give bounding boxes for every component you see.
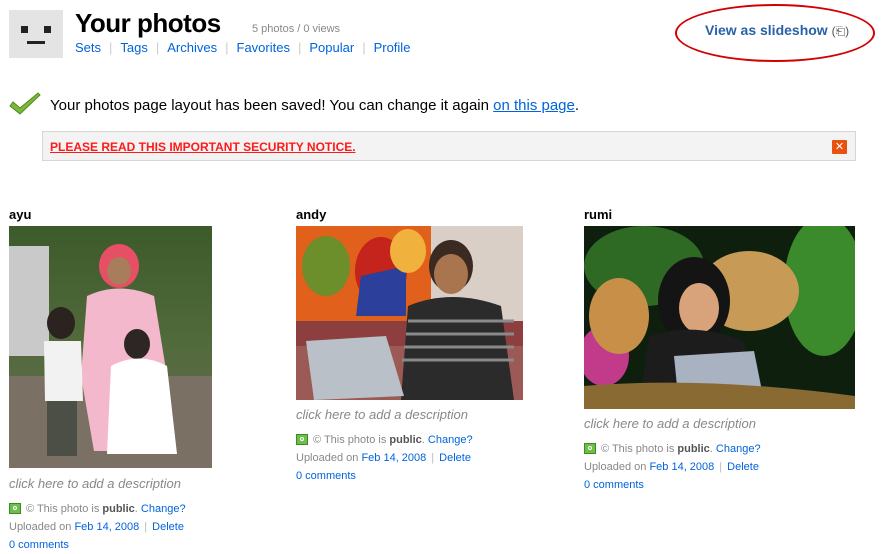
public-icon bbox=[584, 443, 596, 454]
privacy-line: © This photo is public. Change? bbox=[584, 440, 761, 458]
buddy-eye-right bbox=[44, 26, 51, 33]
photo-description[interactable]: click here to add a description bbox=[584, 416, 756, 431]
uploaded-prefix: Uploaded on bbox=[584, 461, 650, 473]
photo-title[interactable]: ayu bbox=[9, 207, 31, 222]
photo-description[interactable]: click here to add a description bbox=[296, 407, 468, 422]
public-icon bbox=[9, 503, 21, 514]
security-notice-bar: PLEASE READ THIS IMPORTANT SECURITY NOTI… bbox=[42, 131, 856, 161]
delete-link[interactable]: Delete bbox=[439, 452, 471, 464]
photo-meta: © This photo is public. Change? Uploaded… bbox=[584, 440, 761, 494]
subnav-sets[interactable]: Sets bbox=[75, 40, 101, 55]
nav-divider: | bbox=[155, 40, 160, 55]
page-title: Your photos bbox=[75, 8, 221, 38]
meta-divider: | bbox=[719, 461, 723, 473]
buddy-mouth bbox=[27, 41, 45, 44]
meta-divider: | bbox=[144, 521, 148, 533]
privacy-prefix: © This photo is bbox=[601, 443, 678, 455]
photo-stats: 5 photos / 0 views bbox=[252, 23, 341, 35]
subnav-popular[interactable]: Popular bbox=[309, 40, 354, 55]
comments-link[interactable]: 0 comments bbox=[584, 479, 644, 491]
photo-title[interactable]: andy bbox=[296, 207, 326, 222]
nav-divider: | bbox=[109, 40, 113, 55]
nav-divider: | bbox=[362, 40, 366, 55]
privacy-word: public bbox=[102, 503, 135, 515]
privacy-prefix: © This photo is bbox=[313, 434, 390, 446]
comments-line: 0 comments bbox=[584, 476, 761, 494]
upload-date-link[interactable]: Feb 14, 2008 bbox=[361, 452, 426, 464]
comments-link[interactable]: 0 comments bbox=[9, 539, 69, 551]
photo-image bbox=[296, 226, 523, 400]
upload-date-link[interactable]: Feb 14, 2008 bbox=[74, 521, 139, 533]
security-notice-link[interactable]: PLEASE READ THIS IMPORTANT SECURITY NOTI… bbox=[50, 140, 356, 154]
uploaded-prefix: Uploaded on bbox=[296, 452, 362, 464]
upload-date-link[interactable]: Feb 14, 2008 bbox=[649, 461, 714, 473]
upload-line: Uploaded on Feb 14, 2008 | Delete bbox=[584, 458, 761, 476]
subnav: Sets | Tags | Archives | Favorites | Popular | Pro… bbox=[75, 40, 410, 55]
privacy-word: public bbox=[677, 443, 710, 455]
close-icon[interactable]: ✕ bbox=[832, 140, 847, 154]
saved-message-end: . bbox=[574, 97, 580, 114]
photo-thumbnail[interactable] bbox=[9, 226, 212, 468]
privacy-line: © This photo is public. Change? bbox=[296, 431, 473, 449]
photo-thumbnail[interactable] bbox=[584, 226, 855, 409]
delete-link[interactable]: Delete bbox=[152, 521, 184, 533]
nav-divider: | bbox=[225, 40, 229, 55]
subnav-profile[interactable]: Profile bbox=[374, 40, 411, 55]
saved-message-body: Your photos page layout has been saved! … bbox=[50, 97, 494, 114]
delete-link[interactable]: Delete bbox=[727, 461, 759, 473]
change-privacy-link[interactable]: Change? bbox=[428, 434, 473, 446]
photo-description[interactable]: click here to add a description bbox=[9, 476, 181, 491]
photo-meta: © This photo is public. Change? Uploaded… bbox=[296, 431, 473, 485]
comments-line: 0 comments bbox=[9, 536, 186, 554]
photo-thumbnail[interactable] bbox=[296, 226, 523, 400]
photo-title[interactable]: rumi bbox=[584, 207, 612, 222]
buddy-eye-left bbox=[21, 26, 28, 33]
nav-divider: | bbox=[297, 40, 302, 55]
upload-line: Uploaded on Feb 14, 2008 | Delete bbox=[296, 449, 473, 467]
change-privacy-link[interactable]: Change? bbox=[716, 443, 761, 455]
annotation-circle bbox=[675, 4, 875, 62]
subnav-tags[interactable]: Tags bbox=[120, 40, 147, 55]
layout-settings-link[interactable]: on this page bbox=[493, 97, 575, 114]
photo-image bbox=[584, 226, 855, 409]
privacy-prefix: © This photo is bbox=[26, 503, 103, 515]
subnav-favorites[interactable]: Favorites bbox=[237, 40, 290, 55]
privacy-line: © This photo is public. Change? bbox=[9, 500, 186, 518]
saved-message-text: Your photos page layout has been saved! … bbox=[50, 97, 579, 114]
subnav-archives[interactable]: Archives bbox=[167, 40, 217, 55]
uploaded-prefix: Uploaded on bbox=[9, 521, 75, 533]
comments-link[interactable]: 0 comments bbox=[296, 470, 356, 482]
meta-divider: | bbox=[431, 452, 435, 464]
buddy-icon[interactable] bbox=[9, 10, 63, 58]
photo-meta: © This photo is public. Change? Uploaded… bbox=[9, 500, 186, 554]
checkmark-icon bbox=[9, 92, 41, 115]
privacy-word: public bbox=[389, 434, 422, 446]
comments-line: 0 comments bbox=[296, 467, 473, 485]
change-privacy-link[interactable]: Change? bbox=[141, 503, 186, 515]
public-icon bbox=[296, 434, 308, 445]
photo-image bbox=[9, 226, 212, 468]
upload-line: Uploaded on Feb 14, 2008 | Delete bbox=[9, 518, 186, 536]
